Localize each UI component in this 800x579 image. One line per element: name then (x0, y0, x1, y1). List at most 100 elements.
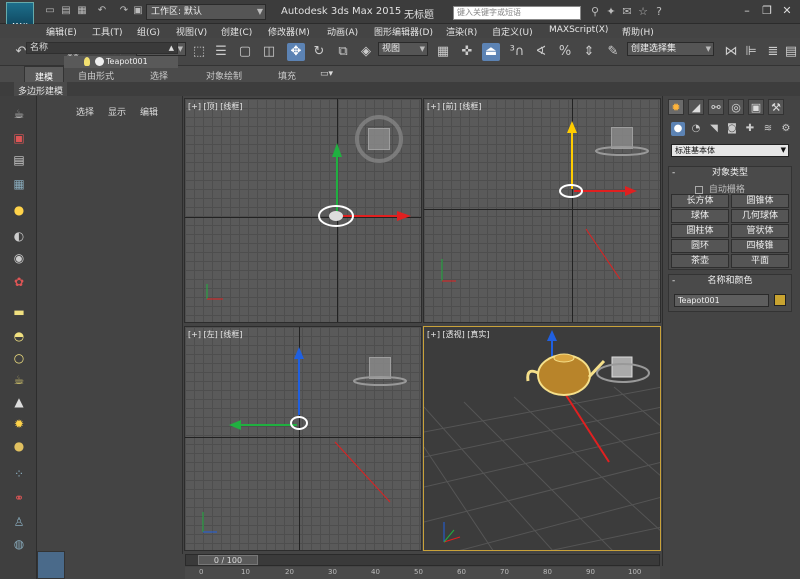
menu-group[interactable]: 组(G) (137, 25, 160, 38)
layer-manager-icon[interactable]: ≣ (764, 43, 782, 61)
modify-tab-icon[interactable]: ◢ (688, 99, 704, 115)
biped-icon[interactable]: ♙ (10, 514, 28, 530)
tab-object-paint[interactable]: 对象绘制 (206, 69, 242, 82)
particles-icon[interactable]: ⁘ (10, 466, 28, 482)
cylinder-button[interactable]: 圆柱体 (671, 224, 729, 238)
sphere-icon[interactable]: ○ (10, 350, 28, 366)
sun-icon[interactable]: ✹ (10, 416, 28, 432)
geometry-icon[interactable]: ● (671, 122, 685, 136)
box-icon[interactable]: ▬ (10, 304, 28, 320)
torus-button[interactable]: 圆环 (671, 239, 729, 253)
polygon-modeling-label[interactable]: 多边形建模 (14, 82, 68, 97)
reference-coordinate-dropdown[interactable]: 视图 ▼ (378, 42, 428, 56)
viewport-layout-icon[interactable] (37, 551, 65, 579)
pivot-center-icon[interactable]: ▦ (434, 43, 452, 61)
systems-icon[interactable]: ⚙ (779, 122, 793, 136)
binoculars-icon[interactable]: ⚲ (588, 5, 602, 19)
edit-named-selection-icon[interactable]: ✎ (604, 43, 622, 61)
category-dropdown[interactable]: 标准基本体 ▼ (671, 144, 789, 157)
keyboard-shortcut-override-icon[interactable]: ⏏ (482, 43, 500, 61)
object-type-header[interactable]: - 对象类型 (669, 167, 791, 180)
bone-icon[interactable]: ⚭ (10, 490, 28, 506)
viewport-perspective[interactable]: [+] [透视] [真实] (423, 326, 661, 551)
align-icon[interactable]: ⊫ (742, 43, 760, 61)
undo-icon[interactable]: ↶ (96, 5, 108, 17)
menu-help[interactable]: 帮助(H) (622, 25, 654, 38)
spinner-snap-icon[interactable]: ⇕ (580, 43, 598, 61)
search-input[interactable]: 键入关键字或短语 (453, 6, 581, 20)
select-by-name-icon[interactable]: ☰ (212, 43, 230, 61)
box-button[interactable]: 长方体 (671, 194, 729, 208)
lights-icon[interactable]: ◥ (707, 122, 721, 136)
viewport-left[interactable]: [+] [左] [线框] (184, 326, 422, 551)
restore-icon[interactable]: ❐ (758, 3, 776, 19)
tab-freeform[interactable]: 自由形式 (78, 69, 114, 82)
motion-tab-icon[interactable]: ◎ (728, 99, 744, 115)
object-color-swatch[interactable] (774, 294, 786, 306)
menu-graph-editors[interactable]: 图形编辑器(D) (374, 25, 433, 38)
display-tab-icon[interactable]: ▣ (748, 99, 764, 115)
select-and-scale-icon[interactable]: ⧉ (334, 43, 352, 61)
spacewarp-icon[interactable]: ✿ (10, 274, 28, 290)
workspace-dropdown[interactable]: 工作区: 默认 ▼ (146, 4, 266, 20)
viewport-label[interactable]: [+] [透视] [真实] (427, 329, 490, 340)
disk-icon[interactable]: ● (10, 438, 28, 454)
cone-button[interactable]: 圆锥体 (731, 194, 789, 208)
track-bar[interactable]: 0 10 20 30 40 50 60 70 80 90 100 (185, 567, 660, 579)
toggle-ribbon-icon[interactable]: ▤ (782, 43, 800, 61)
viewport-front[interactable]: [+] [前] [线框] (423, 98, 661, 323)
select-and-rotate-icon[interactable]: ↻ (310, 43, 328, 61)
redo-icon[interactable]: ↷ (118, 5, 130, 17)
help-icon[interactable]: ? (652, 5, 666, 19)
viewport-top[interactable]: [+] [顶] [线框] (184, 98, 422, 323)
tab-modeling[interactable]: 建模 (24, 66, 65, 83)
cameras-icon[interactable]: ◙ (725, 122, 739, 136)
list-view-icon[interactable]: ▤ (10, 152, 28, 168)
helper-icon[interactable]: ◉ (10, 250, 28, 266)
subscription-icon[interactable]: ✦ (604, 5, 618, 19)
favorites-icon[interactable]: ☆ (636, 5, 650, 19)
open-file-icon[interactable]: ▤ (60, 5, 72, 17)
teapot-icon[interactable]: ☕ (10, 106, 28, 122)
scene-filter-icon[interactable]: ▣ (10, 130, 28, 146)
sphere-button[interactable]: 球体 (671, 209, 729, 223)
menu-rendering[interactable]: 渲染(R) (446, 25, 477, 38)
menu-tools[interactable]: 工具(T) (92, 25, 123, 38)
project-folder-icon[interactable]: ▣ (132, 5, 144, 17)
plane-button[interactable]: 平面 (731, 254, 789, 268)
minimize-icon[interactable]: – (738, 3, 756, 19)
menu-edit[interactable]: 编辑(E) (46, 25, 77, 38)
tube-button[interactable]: 管状体 (731, 224, 789, 238)
utilities-tab-icon[interactable]: ⚒ (768, 99, 784, 115)
name-and-color-header[interactable]: - 名称和颜色 (669, 275, 791, 288)
list-item[interactable]: Teapot001 (64, 56, 178, 68)
select-manipulate-icon[interactable]: ✜ (458, 43, 476, 61)
camera-icon[interactable]: ◐ (10, 228, 28, 244)
pyramid-button[interactable]: 四棱锥 (731, 239, 789, 253)
save-file-icon[interactable]: ▦ (76, 5, 88, 17)
menu-create[interactable]: 创建(C) (221, 25, 252, 38)
menu-customize[interactable]: 自定义(U) (492, 25, 533, 38)
explorer-tab-edit[interactable]: 编辑 (140, 105, 158, 118)
named-selection-sets-input[interactable]: 创建选择集 ▼ (627, 42, 714, 56)
snaps-toggle-icon[interactable]: ³∩ (508, 43, 526, 61)
mirror-icon[interactable]: ⋈ (722, 43, 740, 61)
menu-view[interactable]: 视图(V) (176, 25, 207, 38)
explorer-column-header[interactable]: 名称 ▲ (26, 42, 178, 54)
ribbon-options-icon[interactable]: ▭▾ (320, 69, 333, 79)
communication-icon[interactable]: ✉ (620, 5, 634, 19)
explorer-tab-select[interactable]: 选择 (76, 105, 94, 118)
close-icon[interactable]: ✕ (778, 3, 796, 19)
geosphere-button[interactable]: 几何球体 (731, 209, 789, 223)
teapot-button[interactable]: 茶壶 (671, 254, 729, 268)
teapot-object-icon[interactable]: ☕ (10, 372, 28, 388)
explorer-tab-display[interactable]: 显示 (108, 105, 126, 118)
cone-icon[interactable]: ▲ (10, 394, 28, 410)
object-name-field[interactable]: Teapot001 (674, 294, 769, 307)
window-crossing-icon[interactable]: ◫ (260, 43, 278, 61)
light-bulb-icon[interactable] (84, 57, 90, 66)
spacewarps-icon[interactable]: ≋ (761, 122, 775, 136)
angle-snap-icon[interactable]: ∢ (532, 43, 550, 61)
new-file-icon[interactable]: ▭ (44, 5, 56, 17)
tab-selection[interactable]: 选择 (150, 69, 168, 82)
